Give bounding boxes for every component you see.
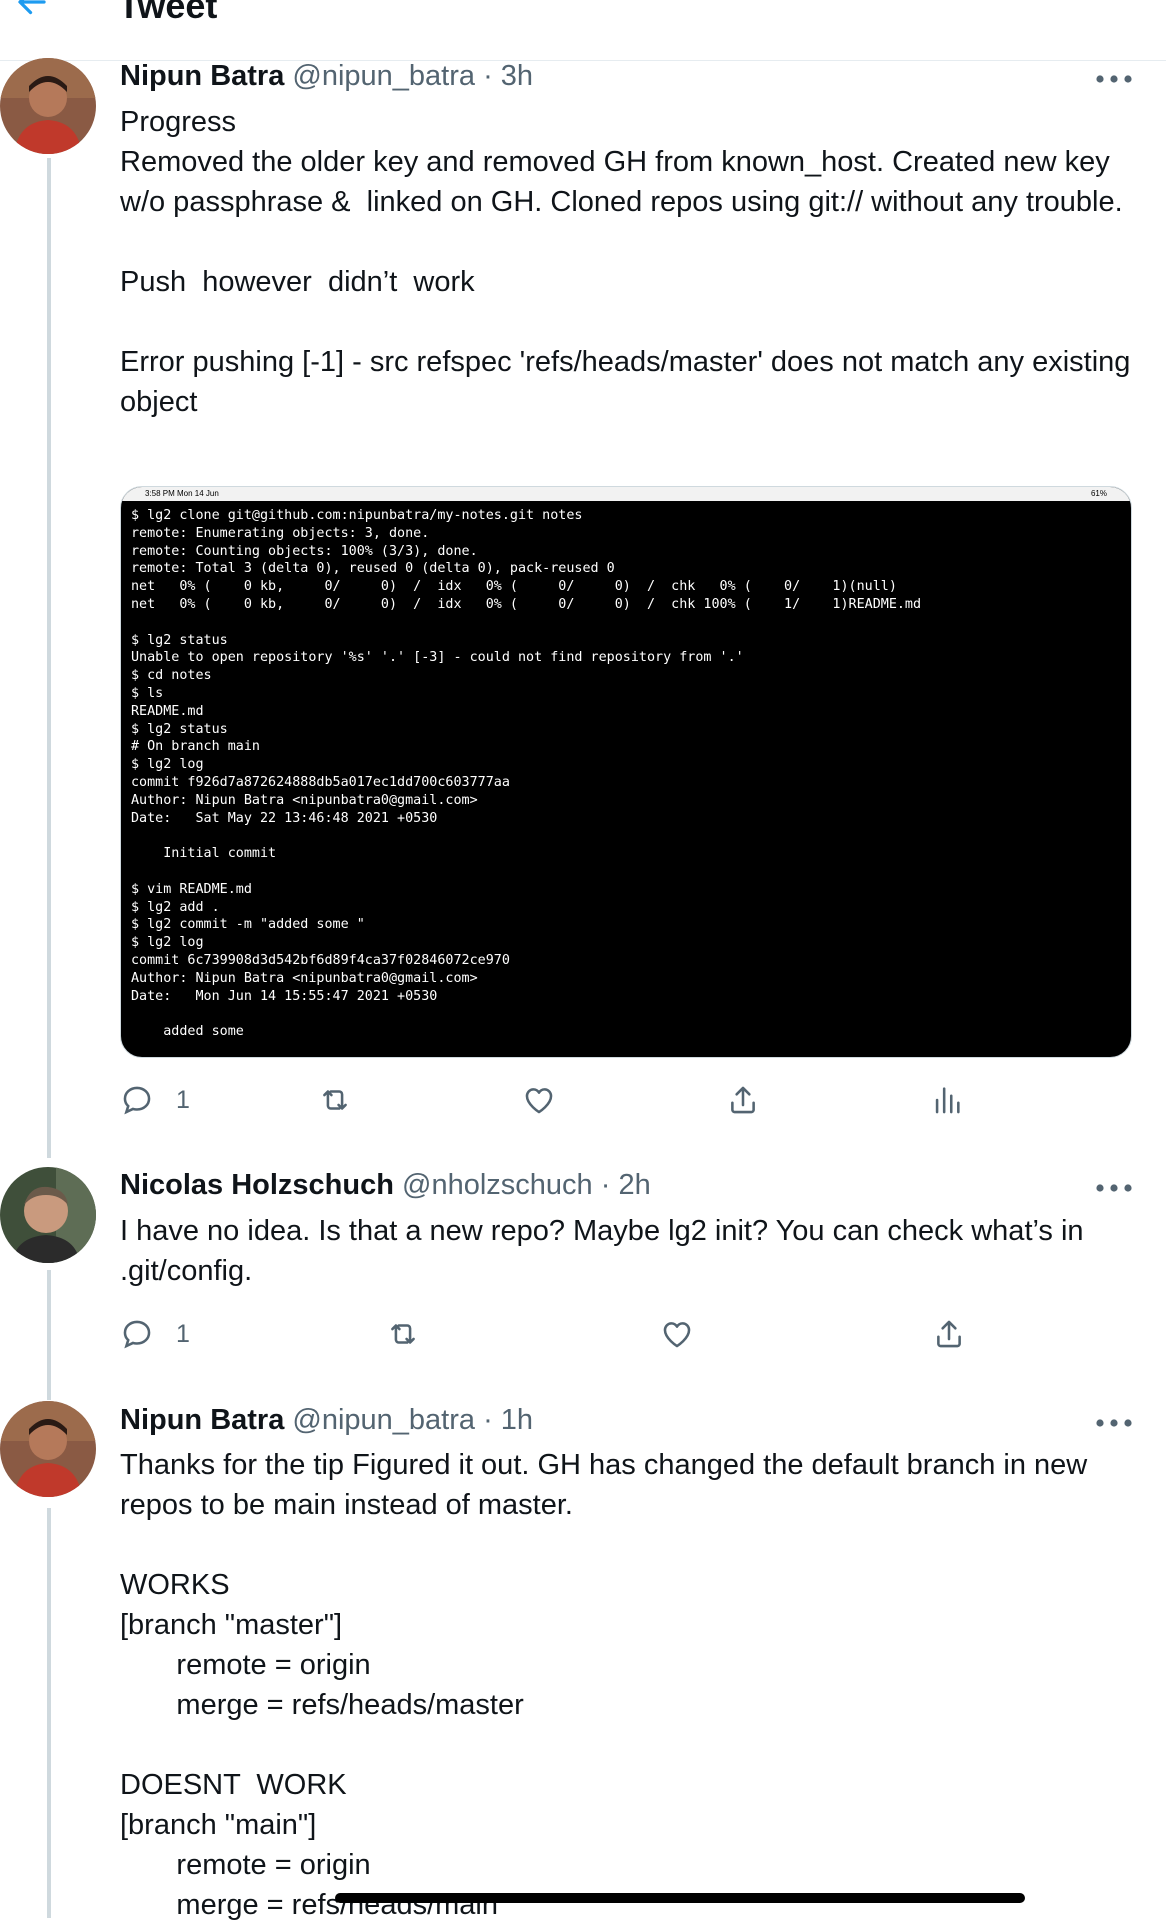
author-name[interactable]: Nicolas Holzschuch bbox=[120, 1169, 394, 1201]
retweet-button[interactable] bbox=[386, 1314, 420, 1354]
like-button[interactable] bbox=[522, 1080, 556, 1120]
top-bar: Tweet bbox=[0, 0, 1166, 61]
attached-screenshot[interactable]: 3:58 PM Mon 14 Jun 61% $ lg2 clone git@g… bbox=[120, 486, 1132, 1058]
thread-line bbox=[47, 1270, 51, 1400]
avatar[interactable] bbox=[0, 1401, 96, 1497]
tweet-header: Nipun Batra @nipun_batra · 3h bbox=[120, 58, 533, 94]
share-icon bbox=[937, 1320, 961, 1348]
reply-count: 1 bbox=[176, 1319, 190, 1348]
screenshot-status-bar: 3:58 PM Mon 14 Jun 61% bbox=[121, 487, 1131, 501]
tweet-header: Nicolas Holzschuch @nholzschuch · 2h bbox=[120, 1167, 651, 1203]
share-icon bbox=[731, 1086, 755, 1114]
retweet-icon bbox=[323, 1090, 347, 1110]
terminal-output: $ lg2 clone git@github.com:nipunbatra/my… bbox=[131, 508, 922, 1040]
back-arrow-icon[interactable] bbox=[14, 0, 50, 20]
more-horizontal-icon[interactable] bbox=[1094, 72, 1134, 86]
tweet-actions: 1 bbox=[120, 1080, 1020, 1120]
tweet-time: · 2h bbox=[592, 1169, 651, 1201]
avatar[interactable] bbox=[0, 58, 96, 154]
more-horizontal-icon[interactable] bbox=[1094, 1181, 1134, 1195]
heart-icon bbox=[663, 1322, 691, 1348]
analytics-bars-icon bbox=[935, 1087, 960, 1114]
reply-count: 1 bbox=[176, 1085, 190, 1114]
page-title: Tweet bbox=[118, 0, 218, 26]
author-handle[interactable]: @nipun_batra bbox=[292, 60, 475, 92]
thread-line bbox=[47, 1508, 51, 1918]
heart-icon bbox=[525, 1088, 553, 1114]
home-indicator[interactable] bbox=[335, 1893, 1025, 1903]
author-handle[interactable]: @nholzschuch bbox=[402, 1169, 593, 1201]
retweet-icon bbox=[391, 1324, 415, 1344]
analytics-button[interactable] bbox=[930, 1080, 964, 1120]
status-battery: 61% bbox=[1090, 489, 1107, 498]
tweet-header: Nipun Batra @nipun_batra · 1h bbox=[120, 1402, 533, 1438]
thread-line bbox=[47, 158, 51, 1158]
reply-bubble-icon bbox=[123, 1086, 151, 1115]
author-name[interactable]: Nipun Batra bbox=[120, 60, 284, 92]
author-handle[interactable]: @nipun_batra bbox=[292, 1404, 475, 1436]
share-button[interactable] bbox=[932, 1314, 966, 1354]
tweet-text: Thanks for the tip Figured it out. GH ha… bbox=[120, 1449, 1088, 1921]
author-name[interactable]: Nipun Batra bbox=[120, 1404, 284, 1436]
more-horizontal-icon[interactable] bbox=[1094, 1416, 1134, 1430]
tweet-text: I have no idea. Is that a new repo? Mayb… bbox=[120, 1215, 1092, 1287]
tweet-time: · 3h bbox=[475, 60, 534, 92]
like-button[interactable] bbox=[660, 1314, 694, 1354]
tweet-text: Progress Removed the older key and remov… bbox=[120, 106, 1131, 418]
avatar[interactable] bbox=[0, 1167, 96, 1263]
share-button[interactable] bbox=[726, 1080, 760, 1120]
reply-button[interactable]: 1 bbox=[120, 1080, 190, 1120]
reply-bubble-icon bbox=[123, 1320, 151, 1349]
tweet-actions: 1 bbox=[120, 1314, 980, 1354]
retweet-button[interactable] bbox=[318, 1080, 352, 1120]
status-time: 3:58 PM Mon 14 Jun bbox=[145, 489, 219, 498]
reply-button[interactable]: 1 bbox=[120, 1314, 190, 1354]
tweet-time: · 1h bbox=[475, 1404, 534, 1436]
